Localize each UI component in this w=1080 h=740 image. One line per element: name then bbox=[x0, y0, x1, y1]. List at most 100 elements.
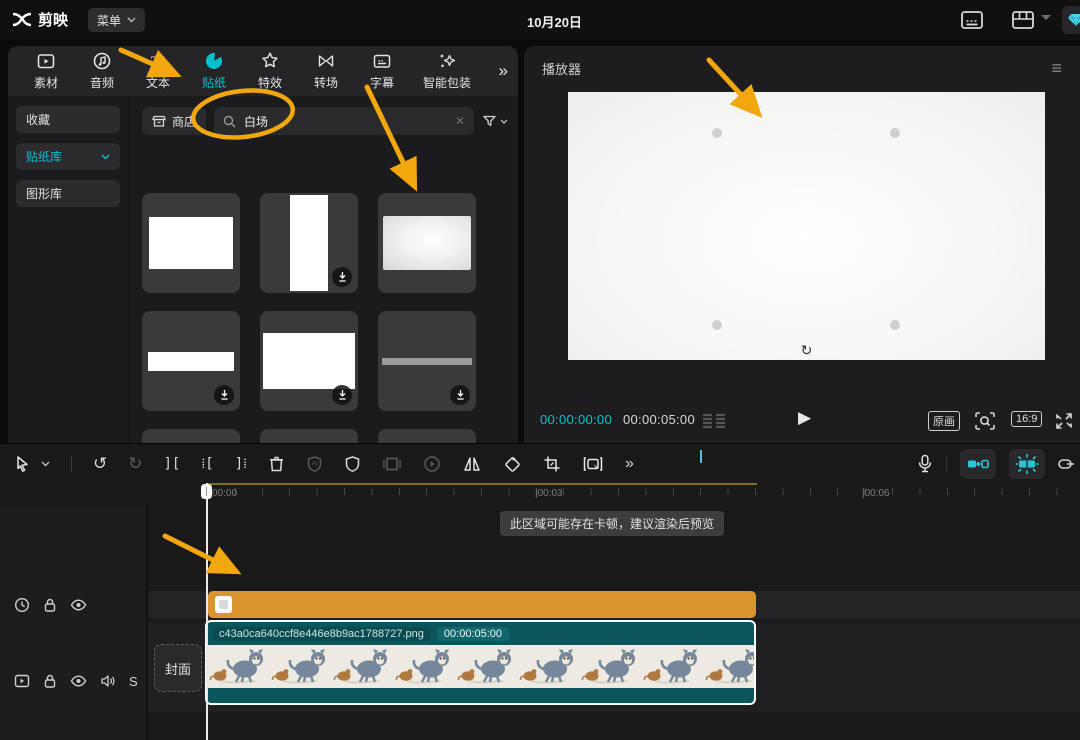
vip-diamond-button[interactable] bbox=[1062, 6, 1080, 34]
cover-button[interactable]: 封面 bbox=[154, 644, 202, 692]
store-button[interactable]: 商店 bbox=[142, 107, 206, 135]
solo-badge[interactable]: S bbox=[129, 674, 138, 689]
lock-icon[interactable] bbox=[43, 597, 57, 613]
sticker-item-circle[interactable] bbox=[378, 429, 476, 443]
sticker-sidebar: 收藏 贴纸库 图形库 bbox=[8, 96, 129, 443]
ruler-label: |00:03 bbox=[535, 488, 563, 499]
tab-transitions[interactable]: 转场 bbox=[298, 51, 354, 91]
app-logo: 剪映 bbox=[12, 9, 68, 30]
player-menu-icon[interactable]: ≡ bbox=[1051, 59, 1062, 77]
sticker-item-soft-glow-rect[interactable] bbox=[378, 193, 476, 293]
smart-mask-button[interactable]: AI bbox=[306, 455, 323, 473]
undo-button[interactable]: ↺ bbox=[93, 454, 107, 474]
fullscreen-icon[interactable] bbox=[1054, 411, 1074, 431]
clock-icon[interactable] bbox=[14, 597, 30, 613]
tab-effects[interactable]: 特效 bbox=[242, 51, 298, 91]
mirror-button[interactable] bbox=[462, 455, 482, 473]
caption-panel-icon[interactable] bbox=[959, 8, 985, 32]
capcut-logo-icon bbox=[12, 12, 32, 28]
search-input[interactable] bbox=[242, 113, 449, 129]
ruler-ticks bbox=[207, 488, 1080, 495]
tab-sticker[interactable]: 贴纸 bbox=[186, 51, 242, 91]
store-icon bbox=[152, 114, 166, 128]
sticker-item-rounded-rect[interactable] bbox=[142, 429, 240, 443]
playhead-line[interactable] bbox=[206, 483, 208, 740]
linkage-icon[interactable] bbox=[1058, 456, 1074, 472]
more-tools-button[interactable]: » bbox=[625, 455, 632, 473]
sticker-clip[interactable] bbox=[208, 591, 756, 618]
sidebar-item-favorites[interactable]: 收藏 bbox=[16, 106, 120, 133]
download-icon[interactable] bbox=[214, 385, 234, 405]
timeline-ruler[interactable]: 00:00 |00:03 |00:06 bbox=[0, 483, 1080, 505]
media-icon bbox=[36, 51, 56, 71]
crop-button[interactable] bbox=[543, 455, 561, 473]
video-clip-selected[interactable]: c43a0ca640ccf8e446e8b9ac1788727.png 00:0… bbox=[205, 620, 756, 705]
rotate-button[interactable] bbox=[503, 455, 522, 474]
eye-icon[interactable] bbox=[70, 599, 87, 611]
filmstrip-frame bbox=[207, 645, 269, 688]
rotate-handle-icon[interactable]: ↻ bbox=[801, 342, 813, 359]
overlay-button[interactable] bbox=[382, 455, 402, 473]
frame-grid-icon[interactable] bbox=[702, 413, 726, 429]
eye-icon[interactable] bbox=[70, 675, 87, 687]
project-date: 10月20日 bbox=[527, 12, 582, 31]
record-voice-icon[interactable] bbox=[917, 454, 933, 474]
selection-handle-bottom-right[interactable] bbox=[890, 320, 900, 330]
download-icon[interactable] bbox=[332, 267, 352, 287]
tab-captions[interactable]: 字幕 bbox=[354, 51, 410, 91]
playhead-handle[interactable] bbox=[201, 484, 212, 499]
play-button[interactable]: ▶ bbox=[798, 408, 811, 428]
svg-text:TI: TI bbox=[151, 54, 165, 70]
sticker-item-thin-strip[interactable] bbox=[142, 311, 240, 411]
tab-audio[interactable]: 音频 bbox=[74, 51, 130, 91]
more-tabs-button[interactable]: » bbox=[499, 61, 506, 81]
video-track-icon[interactable] bbox=[14, 674, 30, 688]
main-track-magnet-button[interactable] bbox=[960, 449, 996, 479]
delete-button[interactable] bbox=[268, 455, 285, 473]
player-panel: 播放器 ≡ ↻ 00:00:00:00 00:00:05:00 ▶ 原画 16:… bbox=[524, 46, 1080, 443]
preview-caret bbox=[700, 450, 702, 463]
sticker-item-tall-rect[interactable] bbox=[260, 193, 358, 293]
filmstrip-frame bbox=[703, 645, 754, 688]
redo-button[interactable]: ↻ bbox=[128, 454, 142, 474]
selection-handle-top-right[interactable] bbox=[890, 128, 900, 138]
player-title: 播放器 bbox=[542, 59, 581, 78]
fit-zoom-icon[interactable] bbox=[974, 411, 996, 431]
mask-button[interactable] bbox=[344, 455, 361, 473]
clip-filmstrip bbox=[207, 645, 754, 688]
sticker-item-rect[interactable] bbox=[260, 311, 358, 411]
filter-button[interactable] bbox=[482, 114, 508, 128]
layout-panel-icon[interactable] bbox=[1010, 8, 1036, 32]
quality-button[interactable]: 原画 bbox=[928, 411, 960, 431]
lock-icon[interactable] bbox=[43, 673, 57, 689]
auto-snap-button[interactable] bbox=[1009, 449, 1045, 479]
download-icon[interactable] bbox=[450, 385, 470, 405]
delete-left-button[interactable]: ⁞[ bbox=[201, 456, 213, 473]
tab-text[interactable]: TI 文本 bbox=[130, 51, 186, 91]
speaker-icon[interactable] bbox=[100, 674, 116, 688]
play-clip-button[interactable] bbox=[423, 455, 441, 473]
tab-smart-pack[interactable]: 智能包装 bbox=[410, 51, 484, 91]
sidebar-item-graphics-library[interactable]: 图形库 bbox=[16, 180, 120, 207]
search-box[interactable]: ✕ bbox=[214, 107, 474, 135]
selection-handle-bottom-left[interactable] bbox=[712, 320, 722, 330]
select-tool-chevron-icon[interactable] bbox=[41, 461, 50, 467]
split-button[interactable]: ][ bbox=[164, 456, 181, 472]
menu-button[interactable]: 菜单 bbox=[88, 8, 145, 32]
download-icon[interactable] bbox=[332, 385, 352, 405]
aspect-ratio-button[interactable]: 16:9 bbox=[1011, 411, 1042, 427]
sticker-item-gray-line[interactable] bbox=[378, 311, 476, 411]
render-indicator-line bbox=[207, 483, 757, 485]
selection-handle-top-left[interactable] bbox=[712, 128, 722, 138]
app-logo-text: 剪映 bbox=[38, 9, 68, 30]
sticker-item-sparkle[interactable] bbox=[260, 429, 358, 443]
delete-right-button[interactable]: ]⁞ bbox=[235, 456, 247, 473]
pip-button[interactable] bbox=[582, 455, 604, 473]
clear-search-icon[interactable]: ✕ bbox=[455, 114, 465, 128]
sidebar-item-sticker-library[interactable]: 贴纸库 bbox=[16, 143, 120, 170]
select-tool-button[interactable] bbox=[14, 455, 32, 473]
preview-canvas[interactable]: ↻ bbox=[568, 92, 1045, 360]
layout-chevron-icon[interactable] bbox=[1040, 14, 1052, 22]
sticker-item-wide-rect[interactable] bbox=[142, 193, 240, 293]
tab-media[interactable]: 素材 bbox=[18, 51, 74, 91]
